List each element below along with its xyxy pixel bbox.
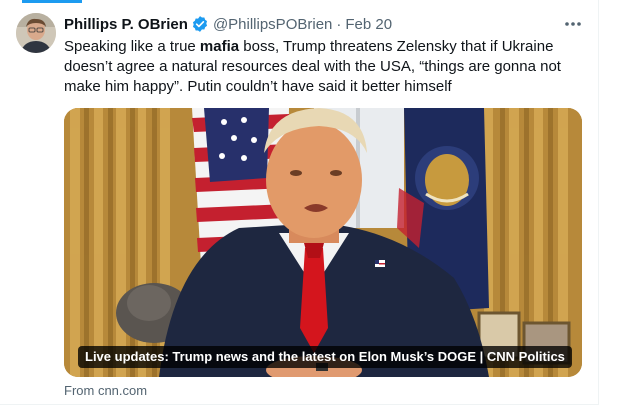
tweet-text-bold: mafia	[199, 38, 240, 55]
timeline-border	[598, 0, 599, 405]
author-display-name[interactable]: Phillips P. OBrien	[64, 16, 188, 33]
oval-office-photo	[64, 108, 582, 377]
top-accent-bar	[22, 0, 82, 3]
card-source[interactable]: From cnn.com	[64, 383, 147, 398]
tweet-text-before: Speaking like a true	[64, 38, 200, 55]
tweet-header: Phillips P. OBrien @PhillipsPOBrien · Fe…	[64, 14, 392, 34]
tweet-date[interactable]: Feb 20	[345, 16, 392, 33]
card-title[interactable]: Live updates: Trump news and the latest …	[78, 346, 572, 368]
verified-badge-icon	[191, 15, 209, 33]
header-separator: ·	[336, 15, 342, 33]
tweet-text: Speaking like a true mafia boss, Trump t…	[64, 37, 589, 97]
more-horizontal-icon[interactable]	[563, 14, 583, 34]
author-handle[interactable]: @PhillipsPOBrien	[213, 16, 332, 33]
author-avatar[interactable]	[16, 13, 56, 53]
link-card[interactable]: Live updates: Trump news and the latest …	[64, 108, 582, 377]
